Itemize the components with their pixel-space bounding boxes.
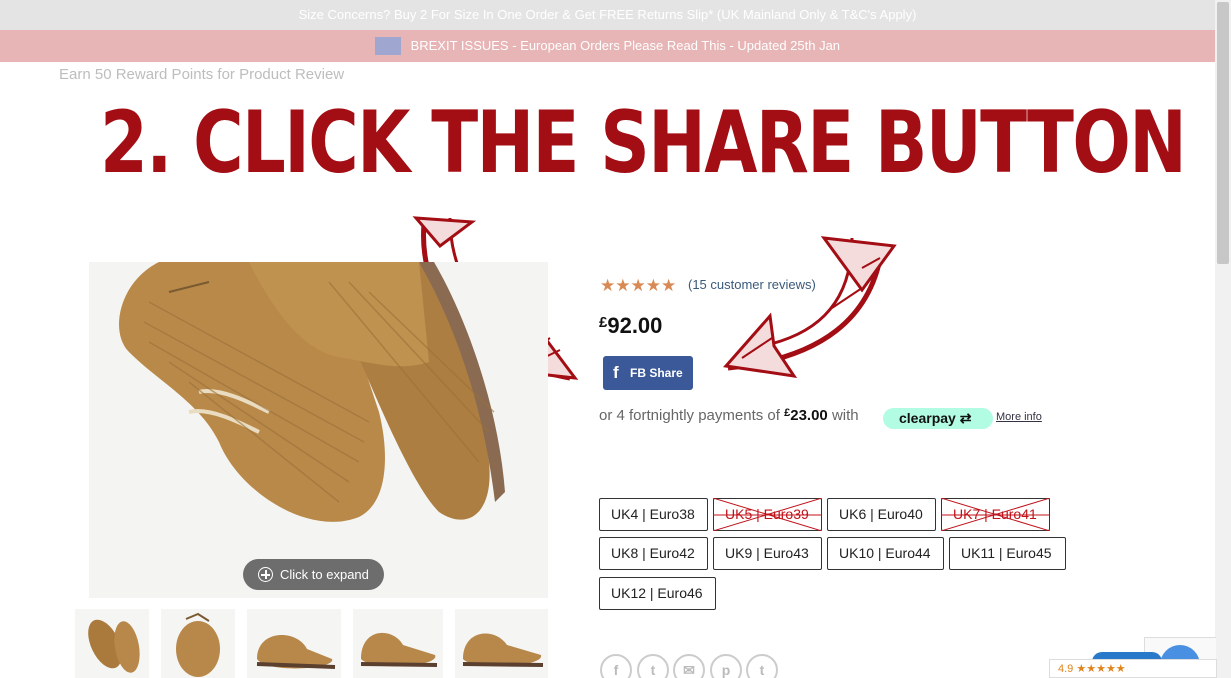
right-arrow-annotation <box>723 236 897 378</box>
size-label: UK12 | Euro46 <box>611 585 703 601</box>
size-option-uk12[interactable]: UK12 | Euro46 <box>599 577 716 610</box>
product-page: Size Concerns? Buy 2 For Size In One Ord… <box>0 0 1231 678</box>
facebook-icon[interactable]: f <box>600 654 632 678</box>
customer-reviews-link[interactable]: (15 customer reviews) <box>688 277 816 292</box>
size-option-uk8[interactable]: UK8 | Euro42 <box>599 537 708 570</box>
more-info-link[interactable]: More info <box>996 411 1042 423</box>
email-icon[interactable]: ✉ <box>673 654 705 678</box>
size-label: UK9 | Euro43 <box>725 545 809 561</box>
unavailable-cross-icon <box>713 498 822 531</box>
size-option-uk10[interactable]: UK10 | Euro44 <box>827 537 944 570</box>
brexit-text: BREXIT ISSUES - European Orders Please R… <box>410 38 841 53</box>
unavailable-cross-icon <box>941 498 1050 531</box>
review-badge-stars: ★★★★★ <box>1076 663 1126 675</box>
fb-share-label: FB Share <box>630 366 683 380</box>
click-to-expand-button[interactable]: Click to expand <box>243 559 384 590</box>
clearpay-arrows-icon: ⇄ <box>955 410 972 426</box>
installments-prefix: or 4 fortnightly payments of <box>599 407 780 424</box>
expand-plus-icon <box>258 567 273 582</box>
review-score-badge[interactable]: 4.9 ★★★★★ <box>1049 659 1217 678</box>
product-main-image[interactable] <box>89 262 548 598</box>
clearpay-logo: clearpay ⇄ <box>883 408 993 429</box>
gallery-thumbnail-3[interactable] <box>247 609 341 678</box>
size-label: UK11 | Euro45 <box>961 545 1052 561</box>
eu-flag-icon <box>374 36 401 55</box>
gallery-thumbnail-4[interactable] <box>353 609 443 678</box>
price-value: 92.00 <box>607 313 663 338</box>
facebook-f-icon: f <box>613 363 619 382</box>
size-label: UK6 | Euro40 <box>839 506 923 522</box>
installment-amount: 23.00 <box>790 407 828 424</box>
product-price: £92.00 <box>599 313 662 339</box>
size-option-uk4[interactable]: UK4 | Euro38 <box>599 498 708 531</box>
size-option-uk11[interactable]: UK11 | Euro45 <box>949 537 1066 570</box>
scrollbar-thumb[interactable] <box>1217 2 1229 264</box>
size-label: UK4 | Euro38 <box>611 506 695 522</box>
size-concerns-banner[interactable]: Size Concerns? Buy 2 For Size In One Ord… <box>0 0 1215 30</box>
expand-label: Click to expand <box>280 567 369 582</box>
tumblr-icon[interactable]: t <box>746 654 778 678</box>
gallery-thumbnail-2[interactable] <box>161 609 235 678</box>
size-option-uk9[interactable]: UK9 | Euro43 <box>713 537 822 570</box>
size-label: UK8 | Euro42 <box>611 545 695 561</box>
instruction-headline: 2. CLICK THE SHARE BUTTON <box>100 93 1187 193</box>
earn-points-text: Earn 50 Reward Points for Product Review <box>59 66 345 83</box>
size-option-uk5-unavailable: UK5 | Euro39 <box>713 498 822 531</box>
installments-suffix: with <box>831 407 859 424</box>
clearpay-label: clearpay <box>899 410 956 426</box>
pinterest-icon[interactable]: p <box>710 654 742 678</box>
gallery-thumbnail-1[interactable] <box>75 609 149 678</box>
size-concerns-text: Size Concerns? Buy 2 For Size In One Ord… <box>298 7 917 22</box>
gallery-thumbnail-5[interactable] <box>455 609 548 678</box>
fb-share-button[interactable]: f FB Share <box>603 356 693 390</box>
installments-text: or 4 fortnightly payments of £23.00 with <box>599 407 859 424</box>
size-option-uk7-unavailable: UK7 | Euro41 <box>941 498 1050 531</box>
rating-stars: ★★★★★ <box>600 276 677 295</box>
review-score: 4.9 <box>1058 663 1074 675</box>
brexit-banner[interactable]: BREXIT ISSUES - European Orders Please R… <box>0 30 1215 62</box>
twitter-icon[interactable]: t <box>637 654 669 678</box>
size-label: UK10 | Euro44 <box>839 545 931 561</box>
size-option-uk6[interactable]: UK6 | Euro40 <box>827 498 936 531</box>
